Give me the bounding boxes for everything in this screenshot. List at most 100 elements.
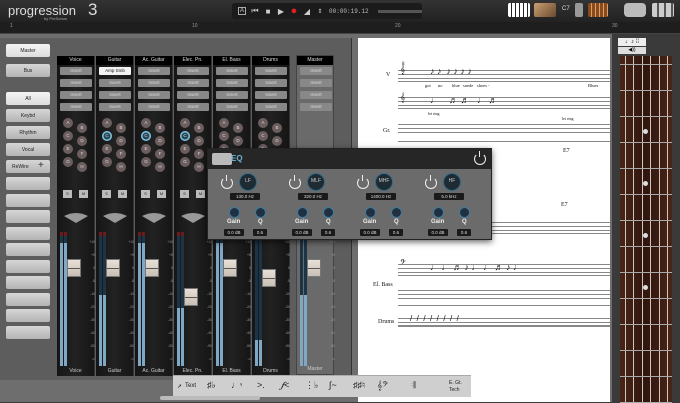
mute-button[interactable]: M — [196, 190, 205, 198]
insert-slot[interactable]: Insert — [138, 91, 170, 99]
send-knob-b[interactable]: B — [272, 123, 282, 133]
frequency-value[interactable]: 130.0 Hz — [230, 193, 260, 200]
track-label[interactable]: E. Gt. — [449, 380, 462, 386]
horizontal-scrollbar[interactable] — [160, 396, 260, 400]
q-value[interactable]: 0.6 — [457, 229, 471, 236]
keyboard-view-icon[interactable] — [508, 3, 530, 17]
select-tool-icon[interactable]: ➚ — [177, 383, 182, 390]
metronome-icon[interactable]: A — [238, 7, 246, 15]
key-signature-tool-icon[interactable]: ♯♯♮ — [353, 380, 365, 391]
insert-slot[interactable]: Insert — [177, 79, 209, 87]
send-knob-f[interactable]: F — [116, 149, 126, 159]
insert-slot[interactable]: Insert — [216, 103, 248, 111]
send-knob-a[interactable]: A — [63, 118, 73, 128]
send-knob-h[interactable]: H — [155, 162, 165, 172]
track-sublabel[interactable]: Tech — [449, 387, 460, 393]
solo-button[interactable]: S — [102, 190, 111, 198]
insert-slot[interactable]: Insert — [300, 67, 332, 75]
volume-fader[interactable] — [307, 259, 321, 277]
mixer-master-button[interactable]: Master — [6, 44, 50, 57]
guitar-neck[interactable] — [620, 56, 672, 403]
insert-slot[interactable]: Insert — [138, 79, 170, 87]
volume-fader[interactable] — [106, 259, 120, 277]
eq-power-icon[interactable] — [474, 151, 486, 165]
mute-button[interactable]: M — [118, 190, 127, 198]
insert-slot[interactable]: Insert — [177, 91, 209, 99]
sound-toggle-icon[interactable]: ◀)) — [618, 47, 646, 54]
send-knob-a[interactable]: A — [180, 118, 190, 128]
frequency-knob[interactable]: MHF — [375, 173, 393, 191]
articulation-tool-icon[interactable]: >. — [257, 380, 265, 390]
send-knob-c[interactable]: C — [63, 131, 73, 141]
notation-toggle-icon[interactable]: ♩♪ ⁞⁞ — [618, 38, 646, 46]
repeat-tool-icon[interactable]: 𝄇 — [411, 380, 415, 391]
volume-fader[interactable] — [145, 259, 159, 277]
band-power-icon[interactable] — [221, 175, 233, 189]
rewire-add-button[interactable]: + — [38, 160, 44, 172]
send-knob-h[interactable]: H — [194, 162, 204, 172]
send-knob-c[interactable]: C — [180, 131, 190, 141]
gain-value[interactable]: 0.0 dB — [360, 229, 380, 236]
mute-button[interactable]: M — [79, 190, 88, 198]
empty-filter-slot[interactable] — [6, 325, 50, 339]
gain-knob[interactable] — [365, 207, 376, 218]
solo-button[interactable]: S — [180, 190, 189, 198]
filter-keybd-button[interactable]: Keybd — [6, 109, 50, 122]
insert-slot[interactable]: Insert — [60, 67, 92, 75]
send-knob-e[interactable]: E — [102, 144, 112, 154]
gain-knob[interactable] — [433, 207, 444, 218]
accidentals-tool-icon[interactable]: ♯♭ — [207, 380, 216, 391]
insert-slot[interactable]: Insert — [255, 91, 287, 99]
volume-fader[interactable] — [184, 287, 198, 306]
frequency-value[interactable]: 320.0 Hz — [298, 193, 328, 200]
gain-value[interactable]: 0.0 dB — [428, 229, 448, 236]
gain-value[interactable]: 0.0 dB — [292, 229, 312, 236]
send-knob-f[interactable]: F — [194, 149, 204, 159]
stop-icon[interactable]: ■ — [264, 7, 272, 16]
gain-knob[interactable] — [297, 207, 308, 218]
send-knob-d[interactable]: D — [77, 136, 87, 146]
insert-slot[interactable]: Insert — [300, 91, 332, 99]
empty-filter-slot[interactable] — [6, 193, 50, 207]
insert-slot[interactable]: Insert — [60, 103, 92, 111]
fretboard-view-icon[interactable] — [588, 3, 608, 17]
band-power-icon[interactable] — [357, 175, 369, 189]
empty-filter-slot[interactable] — [6, 210, 50, 223]
duration-tool-icon[interactable]: ♩𝄾 — [231, 380, 242, 391]
filter-all-button[interactable]: All — [6, 92, 50, 105]
send-knob-h[interactable]: H — [116, 162, 126, 172]
instrument-view-icon[interactable] — [534, 3, 556, 17]
send-knob-e[interactable]: E — [63, 144, 73, 154]
band-power-icon[interactable] — [289, 175, 301, 189]
send-knob-d[interactable]: D — [272, 136, 282, 146]
send-knob-c[interactable]: C — [258, 131, 268, 141]
rewind-start-icon[interactable]: ⏮ — [251, 6, 259, 15]
chord-grid-icon[interactable] — [575, 3, 583, 17]
send-knob-b[interactable]: B — [233, 123, 243, 133]
band-power-icon[interactable] — [425, 175, 437, 189]
frequency-knob[interactable]: MLF — [307, 173, 325, 191]
solo-button[interactable]: S — [141, 190, 150, 198]
frequency-knob[interactable]: LF — [239, 173, 257, 191]
send-knob-a[interactable]: A — [219, 118, 229, 128]
insert-slot[interactable]: Insert — [99, 79, 131, 87]
insert-slot[interactable]: Insert — [255, 67, 287, 75]
send-knob-c[interactable]: C — [219, 131, 229, 141]
send-knob-d[interactable]: D — [194, 136, 204, 146]
mixer-bus-button[interactable]: Bus — [6, 64, 50, 77]
insert-slot[interactable]: Insert — [255, 79, 287, 87]
pan-control[interactable] — [180, 210, 206, 224]
settings-grid-icon[interactable] — [652, 3, 674, 17]
insert-slot[interactable]: Insert — [99, 91, 131, 99]
q-value[interactable]: 0.6 — [321, 229, 335, 236]
insert-slot[interactable]: Insert — [300, 103, 332, 111]
send-knob-g[interactable]: G — [180, 157, 190, 167]
send-knob-a[interactable]: A — [258, 118, 268, 128]
tempo-stepper-icon[interactable]: ⇕ — [316, 7, 324, 15]
empty-filter-slot[interactable] — [6, 226, 50, 240]
filter-vocal-button[interactable]: Vocal — [6, 143, 50, 156]
insert-slot[interactable]: Insert — [300, 79, 332, 87]
text-tool[interactable]: Text — [185, 383, 196, 389]
empty-filter-slot[interactable] — [6, 292, 50, 306]
filter-rhythm-button[interactable]: Rhythm — [6, 126, 50, 139]
